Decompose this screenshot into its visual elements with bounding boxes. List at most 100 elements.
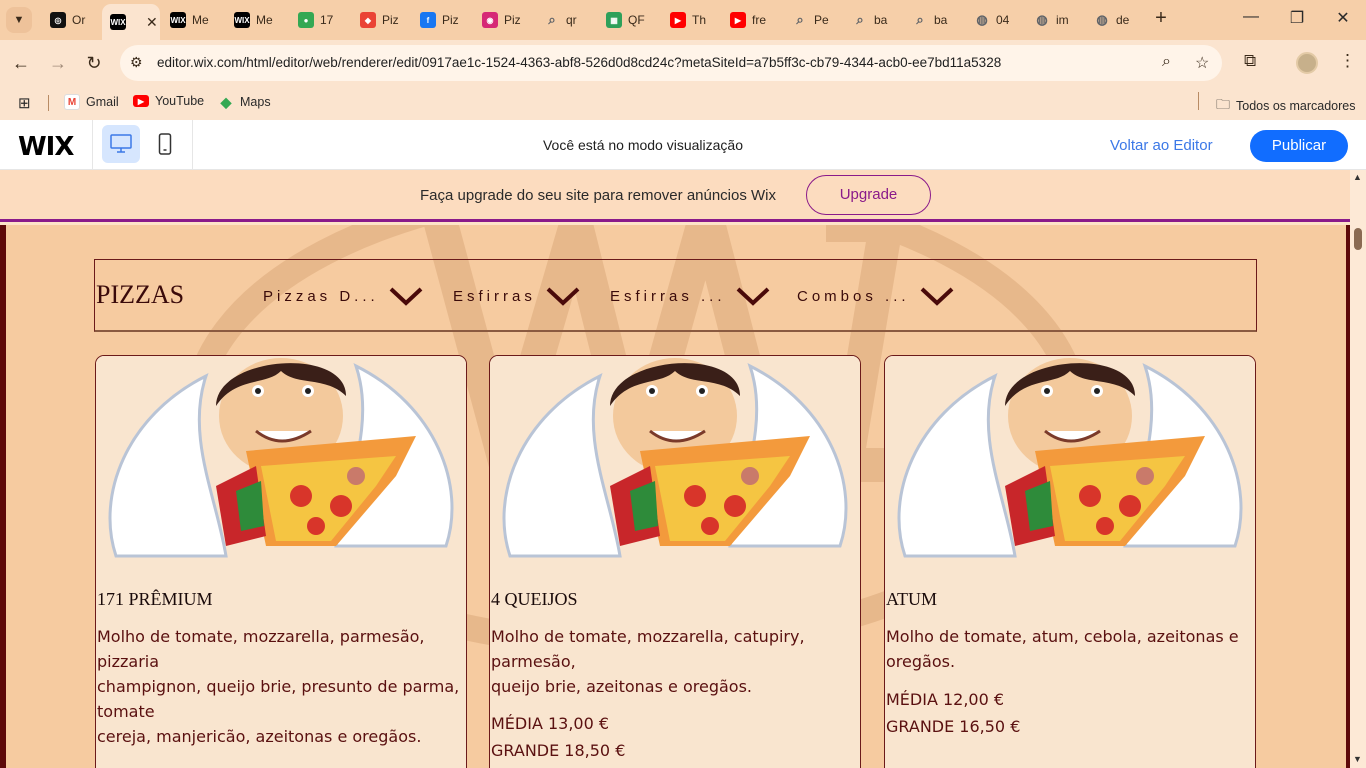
price-medium: MÉDIA 12,00 € — [886, 690, 1005, 709]
apps-button[interactable]: ⊞ — [18, 94, 31, 112]
chevron-down-icon — [736, 287, 769, 306]
tab-title: Piz — [504, 13, 521, 27]
close-window-button[interactable]: ✕ — [1328, 8, 1358, 28]
wix-icon: WIX — [170, 12, 186, 28]
all-bookmarks[interactable]: 🗀 Todos os marcadores — [1216, 94, 1356, 118]
tab-title: 04 — [996, 13, 1010, 27]
search-icon: ⌕ — [856, 12, 864, 27]
search-icon: ⌕ — [916, 12, 924, 27]
restore-button[interactable]: ❐ — [1282, 8, 1312, 28]
bookmark-label: YouTube — [155, 94, 205, 108]
browser-tab[interactable]: ◍ im — [1026, 6, 1082, 34]
bookmark-youtube[interactable]: ▶ YouTube — [133, 94, 204, 108]
back-to-editor-link[interactable]: Voltar ao Editor — [1110, 137, 1213, 154]
wix-icon: WIX — [234, 12, 250, 28]
facebook-icon: f — [420, 12, 436, 28]
browser-toolbar: ← → ↻ ⚙ editor.wix.com/html/editor/web/r… — [0, 40, 1366, 86]
site-info-icon[interactable]: ⚙ — [130, 54, 143, 71]
browser-tab[interactable]: WIX Me — [162, 6, 222, 34]
upgrade-message: Faça upgrade do seu site para remover an… — [420, 187, 777, 204]
youtube-icon: ▶ — [670, 12, 686, 28]
menu-nav-label: Esfirras ... — [610, 287, 726, 305]
zoom-icon[interactable]: ⌕ — [1162, 53, 1171, 71]
tab-title: 17 — [320, 13, 334, 27]
browser-tab[interactable]: ▶ Th — [662, 6, 718, 34]
openai-icon: ◎ — [50, 12, 66, 28]
browser-tab[interactable]: f Piz — [412, 6, 470, 34]
minimize-icon: — — [1243, 8, 1259, 25]
tab-title: Me — [192, 13, 209, 27]
browser-tab[interactable]: ⌕ Pe — [784, 6, 840, 34]
url-text[interactable]: editor.wix.com/html/editor/web/renderer/… — [157, 55, 1001, 70]
arrow-left-icon: ← — [12, 53, 30, 73]
pizza-card: 4 QUEIJOS Molho de tomate, mozzarella, ca… — [489, 355, 861, 768]
pizza-card: 171 PRÊMIUM Molho de tomate, mozzarella, … — [95, 355, 467, 768]
bookmark-star-icon[interactable]: ☆ — [1195, 53, 1209, 73]
browser-tab[interactable]: ◍ 04 — [966, 6, 1022, 34]
browser-tab[interactable]: ▶ fre — [722, 6, 780, 34]
menu-nav-label: Combos ... — [797, 287, 910, 305]
pizza-description: Molho de tomate, atum, cebola, azeitonas… — [886, 627, 1239, 671]
browser-tab[interactable]: WIX Me — [226, 6, 286, 34]
site-content: PIZZAS Pizzas D... Esfirras Esfirras ... Co… — [0, 225, 1350, 768]
price-large: GRANDE 16,50 € — [886, 717, 1021, 736]
upgrade-button[interactable]: Upgrade — [806, 175, 931, 215]
search-icon: ⌕ — [796, 12, 804, 27]
folder-icon: 🗀 — [1216, 96, 1230, 112]
browser-tab[interactable]: WIX ✕ — [102, 4, 160, 40]
profile-avatar[interactable] — [1296, 52, 1318, 74]
tab-title: ba — [874, 13, 888, 27]
publish-button[interactable]: Publicar — [1250, 130, 1348, 162]
all-bookmarks-label: Todos os marcadores — [1236, 99, 1356, 113]
tab-title: qr — [566, 13, 577, 27]
instagram-icon: ◉ — [482, 12, 498, 28]
more-menu-icon[interactable]: ⋮ — [1339, 51, 1356, 71]
google-maps-icon: ◆ — [360, 12, 376, 28]
price-medium: MÉDIA 13,00 € — [491, 714, 610, 733]
upgrade-banner: Faça upgrade do seu site para remover an… — [0, 170, 1350, 222]
youtube-icon: ▶ — [730, 12, 746, 28]
browser-tab[interactable]: ⌕ ba — [904, 6, 962, 34]
menu-nav-item[interactable]: Pizzas D... — [263, 286, 423, 306]
address-bar[interactable]: ⚙ editor.wix.com/html/editor/web/rendere… — [120, 45, 1222, 81]
scroll-down-arrow-icon[interactable]: ▼ — [1353, 754, 1362, 764]
search-icon: ⌕ — [548, 12, 556, 27]
extensions-icon[interactable]: ⧉ — [1244, 51, 1256, 71]
browser-tab[interactable]: ▦ QF — [598, 6, 658, 34]
browser-tab[interactable]: ⌕ ba — [844, 6, 900, 34]
browser-tab[interactable]: ◎ Or — [42, 6, 98, 34]
menu-nav-item[interactable]: Esfirras ... — [610, 286, 770, 306]
back-button[interactable]: ← — [8, 50, 34, 76]
bookmark-label: Maps — [240, 95, 271, 109]
close-tab-icon[interactable]: ✕ — [146, 14, 158, 31]
qr-icon: ▦ — [606, 12, 622, 28]
browser-tab-strip: ▼ ◎ Or WIX ✕ WIX Me WIX Me ● 17 ◆ Piz f Piz ◉ Piz ⌕ qr ▦ QF… — [0, 0, 1366, 40]
menu-nav-item[interactable]: Combos ... — [797, 286, 954, 306]
chevron-down-icon — [546, 287, 580, 306]
scrollbar-thumb[interactable] — [1354, 228, 1362, 250]
browser-tab[interactable]: ◉ Piz — [474, 6, 532, 34]
tab-title: de — [1116, 13, 1130, 27]
price-large: GRANDE 18,50 € — [491, 741, 626, 760]
reload-button[interactable]: ↻ — [81, 50, 107, 76]
forward-button[interactable]: → — [45, 50, 71, 76]
browser-tab[interactable]: ◍ de — [1086, 6, 1142, 34]
bookmark-gmail[interactable]: M Gmail — [64, 94, 119, 110]
menu-nav-label: Pizzas D... — [263, 287, 379, 305]
browser-tab[interactable]: ◆ Piz — [352, 6, 410, 34]
scroll-up-arrow-icon[interactable]: ▲ — [1353, 172, 1362, 182]
pizza-title: ATUM — [886, 589, 938, 609]
menu-title: PIZZAS — [96, 280, 185, 309]
new-tab-button[interactable]: + — [1150, 8, 1172, 30]
page-scrollbar[interactable]: ▲ ▼ — [1350, 170, 1366, 768]
reload-icon: ↻ — [86, 53, 102, 73]
browser-tab[interactable]: ⌕ qr — [536, 6, 594, 34]
browser-tab[interactable]: ● 17 — [290, 6, 348, 34]
apps-grid-icon: ⊞ — [18, 95, 31, 112]
menu-nav-item[interactable]: Esfirras — [453, 286, 580, 306]
tab-search-button[interactable]: ▼ — [6, 7, 32, 33]
google-maps-icon: ◆ — [220, 93, 232, 110]
minimize-button[interactable]: — — [1236, 8, 1266, 26]
bookmark-maps[interactable]: ◆ Maps — [218, 94, 271, 110]
tab-title: Me — [256, 13, 273, 27]
